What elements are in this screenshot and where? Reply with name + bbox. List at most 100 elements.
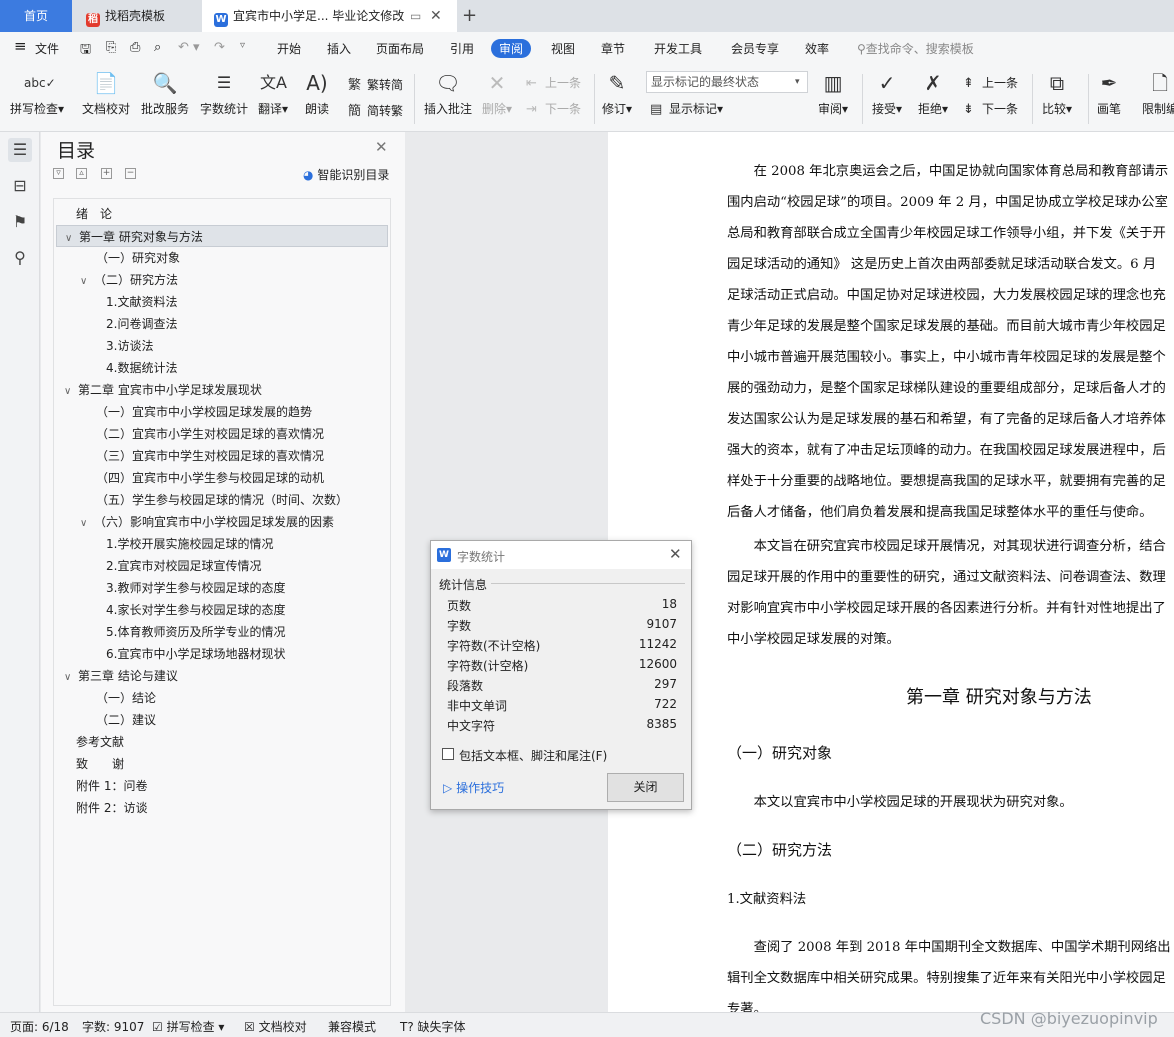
tab-home[interactable]: 首页 [0, 0, 72, 32]
insert-comment-button[interactable]: 🗨 插入批注 [424, 70, 472, 117]
prev-comment-button[interactable]: ⇤ 上一条 [526, 74, 581, 91]
review-pane-button[interactable]: ▥ 审阅▾ [818, 70, 848, 117]
tab-template[interactable]: 稻找稻壳模板 [72, 0, 202, 32]
menu-file[interactable]: 文件 [35, 40, 59, 57]
customize-icon[interactable]: ▿ [240, 40, 245, 51]
toc-item[interactable]: ∨ （二）研究方法 [80, 269, 178, 291]
tab-document[interactable]: W 宜宾市中小学足... 毕业论文修改 ▭ ✕ [202, 0, 457, 32]
trad-to-simp-button[interactable]: 繁繁转简 [348, 74, 403, 93]
show-markup-button[interactable]: ▤ 显示标记▾ [650, 100, 723, 117]
collapse-all-icon[interactable]: − [125, 168, 136, 179]
menu-developer[interactable]: 开发工具 [654, 40, 702, 57]
dialog-titlebar[interactable]: W 字数统计 ✕ [431, 541, 691, 569]
expand-all-icon[interactable]: + [101, 168, 112, 179]
toc-item[interactable]: 3.教师对学生参与校园足球的态度 [106, 577, 285, 599]
toc-item[interactable]: 参考文献 [76, 731, 124, 753]
toc-item[interactable]: （五）学生参与校园足球的情况（时间、次数） [96, 489, 348, 511]
bookmark-icon[interactable]: ⚑ [8, 210, 32, 234]
menu-member[interactable]: 会员专享 [731, 40, 779, 57]
chevron-down-icon[interactable]: ∨ [80, 513, 94, 535]
toc-item[interactable]: （一）结论 [96, 687, 156, 709]
toc-item[interactable]: 4.数据统计法 [106, 357, 177, 379]
new-tab-button[interactable]: + [462, 0, 482, 32]
menu-efficiency[interactable]: 效率 [805, 40, 829, 57]
document-page[interactable]: 在 2008 年北京奥运会之后，中国足协就向国家体育总局和教育部请示 围内启动“校… [608, 132, 1174, 1017]
toc-item[interactable]: 4.家长对学生参与校园足球的态度 [106, 599, 285, 621]
toc-item[interactable]: 附件 2：访谈 [76, 797, 147, 819]
save-icon[interactable]: 🖫 [80, 40, 91, 62]
toc-item[interactable]: （四）宜宾市中小学生参与校园足球的动机 [96, 467, 324, 489]
redo-icon[interactable]: ↷ [214, 40, 225, 55]
reject-button[interactable]: ✗ 拒绝▾ [918, 70, 948, 117]
close-button[interactable]: 关闭 [607, 773, 684, 802]
compare-button[interactable]: ⧉ 比较▾ [1042, 70, 1072, 117]
revise-button[interactable]: ✎ 修订▾ [602, 70, 632, 117]
toc-item[interactable]: 1.文献资料法 [106, 291, 177, 313]
toc-item[interactable]: 2.问卷调查法 [106, 313, 177, 335]
toc-item[interactable]: （一）宜宾市中小学校园足球发展的趋势 [96, 401, 312, 423]
delete-comment-button[interactable]: ✕ 删除▾ [482, 70, 512, 117]
menu-reference[interactable]: 引用 [450, 40, 474, 57]
next-comment-button[interactable]: ⇥ 下一条 [526, 100, 581, 117]
missing-font-status[interactable]: T? 缺失字体 [400, 1018, 466, 1035]
chapter-nav-icon[interactable]: ⊟ [8, 174, 32, 198]
menu-insert[interactable]: 插入 [327, 40, 351, 57]
toc-item[interactable]: 附件 1：问卷 [76, 775, 147, 797]
toc-item[interactable]: 致 谢 [76, 753, 124, 775]
chevron-down-icon[interactable]: ∨ [65, 228, 79, 250]
tips-link[interactable]: ▷ 操作技巧 [443, 779, 504, 796]
simp-to-trad-button[interactable]: 簡简转繁 [348, 100, 403, 119]
brush-button[interactable]: ✒ 画笔 [1096, 70, 1122, 117]
tab-close-icon[interactable]: ✕ [430, 0, 442, 32]
collapse-down-icon[interactable]: ▿ [53, 168, 64, 179]
close-icon[interactable]: ✕ [375, 138, 388, 156]
toc-item[interactable]: （一）研究对象 [96, 247, 180, 269]
toc-item[interactable]: 1.学校开展实施校园足球的情况 [106, 533, 273, 555]
toc-item[interactable]: 3.访谈法 [106, 335, 153, 357]
toc-item[interactable]: ∨ 第二章 宜宾市中小学足球发展现状 [64, 379, 262, 401]
chevron-down-icon[interactable]: ∨ [64, 381, 78, 403]
menu-view[interactable]: 视图 [551, 40, 575, 57]
toc-item[interactable]: 5.体育教师资历及所学专业的情况 [106, 621, 285, 643]
hamburger-icon[interactable]: ≡ [14, 37, 27, 55]
menu-start[interactable]: 开始 [277, 40, 301, 57]
compat-mode-status[interactable]: 兼容模式 [328, 1018, 376, 1035]
chevron-down-icon[interactable]: ∨ [64, 667, 78, 689]
toc-item[interactable]: ∨ 第一章 研究对象与方法 [56, 225, 388, 247]
undo-icon[interactable]: ↶ ▾ [178, 40, 200, 55]
toc-item[interactable]: ∨ （六）影响宜宾市中小学校园足球发展的因素 [80, 511, 334, 533]
prev-change-button[interactable]: ⇞ 上一条 [963, 74, 1018, 91]
collapse-up-icon[interactable]: ▵ [76, 168, 87, 179]
word-count-indicator[interactable]: 字数: 9107 [82, 1018, 144, 1035]
print-preview-icon[interactable]: ⌕ [154, 40, 161, 55]
translate-button[interactable]: 文A 翻译▾ [258, 70, 288, 117]
word-count-button[interactable]: ☰ 字数统计 [200, 70, 248, 117]
toc-item[interactable]: （二）宜宾市小学生对校园足球的喜欢情况 [96, 423, 324, 445]
export-pdf-icon[interactable]: ⎘ [106, 40, 116, 55]
toc-item[interactable]: （二）建议 [96, 709, 156, 731]
menu-layout[interactable]: 页面布局 [376, 40, 424, 57]
close-icon[interactable]: ✕ [669, 545, 682, 563]
toc-item[interactable]: 6.宜宾市中小学足球场地器材现状 [106, 643, 285, 665]
toc-item[interactable]: ∨ 第三章 结论与建议 [64, 665, 178, 687]
toc-item[interactable]: 绪 论 [76, 203, 112, 225]
include-footnotes-label[interactable]: 包括文本框、脚注和尾注(F) [459, 747, 607, 764]
search-icon[interactable]: ⚲ [8, 246, 32, 270]
toc-icon[interactable]: ☰ [8, 138, 32, 162]
show-mode-select[interactable]: 显示标记的最终状态 ▾ [646, 71, 808, 93]
command-search[interactable]: ⚲查找命令、搜索模板 [857, 40, 974, 57]
menu-review[interactable]: 审阅 [491, 39, 532, 58]
annotate-service-button[interactable]: 🔍 批改服务 [141, 70, 189, 117]
doc-check-button[interactable]: 📄 文档校对 [82, 70, 130, 117]
monitor-icon[interactable]: ▭ [410, 0, 421, 32]
spellcheck-button[interactable]: abc✓ 拼写检查▾ [10, 70, 64, 117]
include-footnotes-checkbox[interactable] [442, 748, 454, 760]
smart-toc-button[interactable]: ◕ 智能识别目录 [303, 166, 389, 183]
toc-item[interactable]: 2.宜宾市对校园足球宣传情况 [106, 555, 261, 577]
spellcheck-status[interactable]: ☑ 拼写检查 ▾ [152, 1018, 224, 1035]
read-aloud-button[interactable]: A) 朗读 [304, 70, 330, 117]
menu-chapter[interactable]: 章节 [601, 40, 625, 57]
restrict-button[interactable]: 🗋 限制编 [1142, 70, 1174, 117]
print-icon[interactable]: ⎙ [130, 40, 140, 55]
page-indicator[interactable]: 页面: 6/18 [10, 1018, 69, 1035]
